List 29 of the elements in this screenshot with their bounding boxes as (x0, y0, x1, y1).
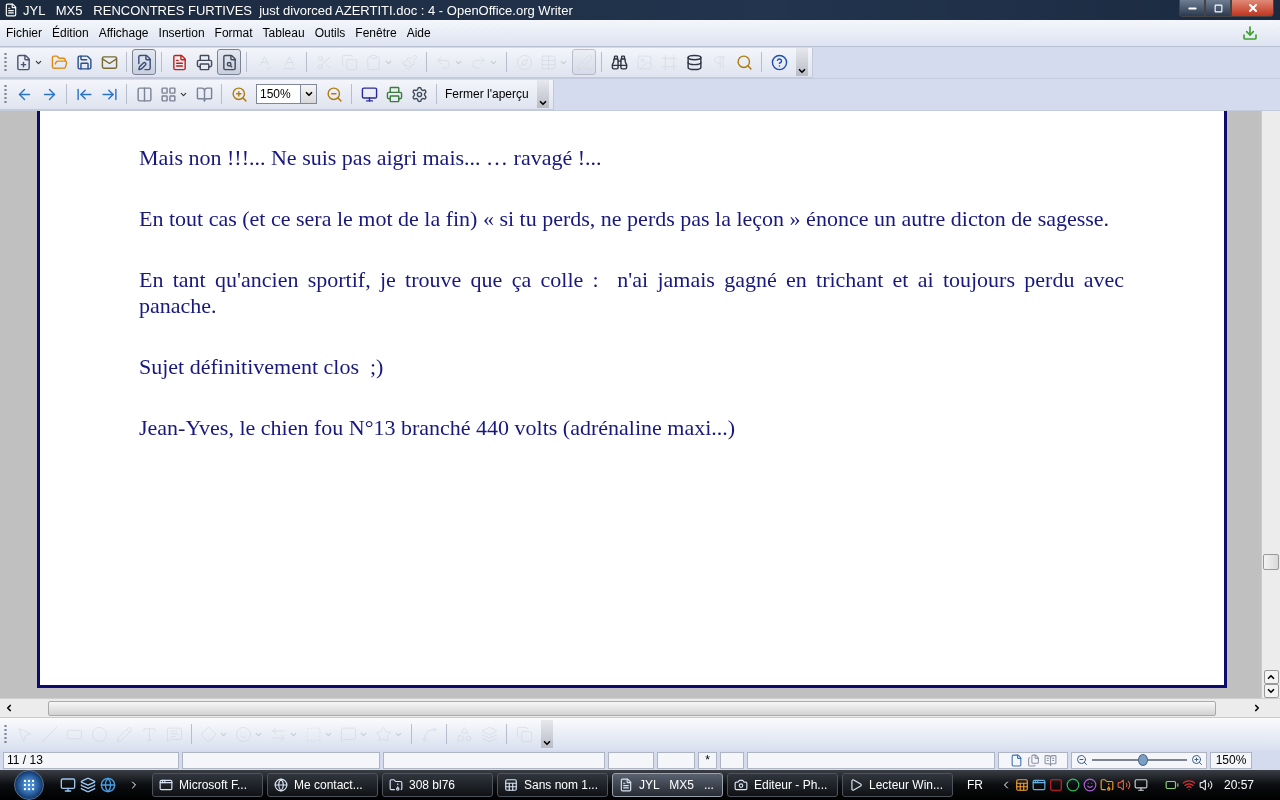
paragraph: Mais non !!!... Ne suis pas aigri mais... … ravagé !... (139, 145, 603, 171)
taskbar-button[interactable]: Sans nom 1... (497, 773, 608, 797)
taskbar-button[interactable]: 308 bl76 (382, 773, 493, 797)
taskbar-button[interactable]: Editeur - Ph... (727, 773, 838, 797)
clock[interactable]: 20:57 (1224, 778, 1255, 792)
menu-item[interactable]: Tableau (262, 26, 310, 40)
paragraph: En tant qu'ancien sportif, je trouve que ça colle : n'ai jamais gagné en trichant et ai toujours perdu avec panache. (139, 267, 1124, 319)
modified-indicator: * (698, 751, 717, 769)
menu-item[interactable]: Aide (406, 26, 436, 40)
taskbar-button[interactable]: Me contact... (267, 773, 378, 797)
menu-item[interactable]: Format (214, 26, 258, 40)
menu-item[interactable]: Affichage (98, 26, 154, 40)
language-indicator[interactable]: FR (967, 778, 983, 792)
menu-item[interactable]: Outils (314, 26, 351, 40)
menu-item[interactable]: Édition (52, 26, 94, 40)
taskbar-button[interactable]: JYL MX5 ... (612, 773, 723, 797)
window-title: JYL MX5 RENCONTRES FURTIVES just divorced AZERTITI.doc : 4 - OpenOffice.org Writer (23, 2, 574, 18)
zoom-field[interactable]: 150% (256, 84, 300, 104)
paragraph: Jean-Yves, le chien fou N°13 branché 440 volts (adrénaline maxi...) (139, 415, 737, 441)
paragraph: En tout cas (et ce sera le mot de la fin) « si tu perds, ne perds pas la leçon » énonce un autre dicton de sagesse. (139, 206, 1111, 232)
menu-item[interactable]: Insertion (158, 26, 210, 40)
close-preview-button[interactable]: Fermer l'aperçu (442, 81, 532, 107)
taskbar-button[interactable]: Lecteur Win... (842, 773, 953, 797)
taskbar-button[interactable]: Microsoft F... (152, 773, 263, 797)
menu-item[interactable]: Fenêtre (355, 26, 402, 40)
zoom-value: 150% (1210, 751, 1252, 769)
menu-item[interactable]: Fichier (6, 26, 47, 40)
page-count: 11 / 13 (3, 751, 179, 769)
paragraph: Sujet définitivement clos ;) (139, 354, 385, 380)
